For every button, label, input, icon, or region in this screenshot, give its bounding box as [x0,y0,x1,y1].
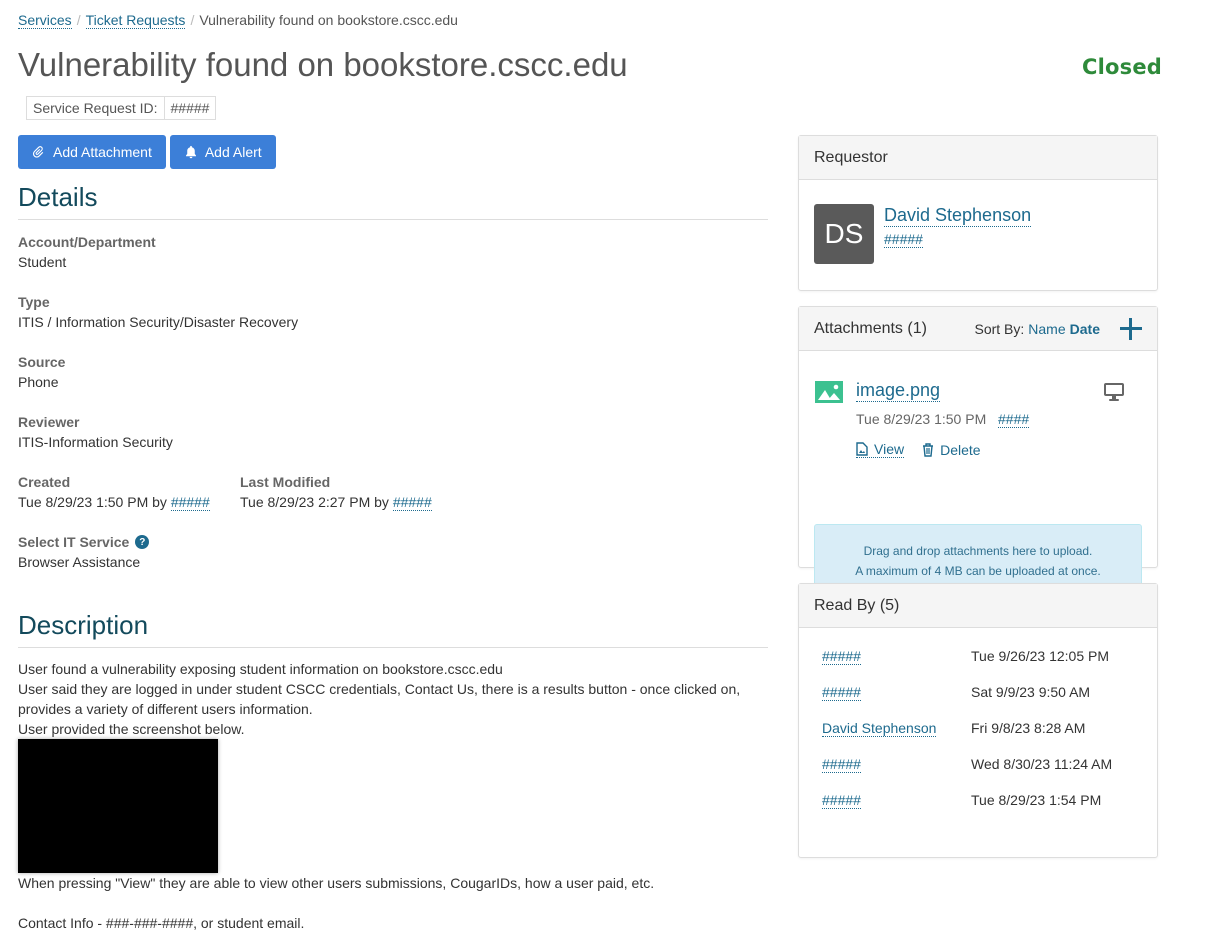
requestor-name-link[interactable]: David Stephenson [884,205,1032,227]
toolbar: Add Attachment Add Alert [18,135,276,169]
requestor-panel: Requestor DS David Stephenson ##### [798,135,1158,291]
dropzone-line: Drag and drop attachments here to upload… [863,544,1093,558]
avatar: DS [814,204,874,264]
field-last-modified: Last Modified Tue 8/29/23 2:27 PM by ###… [240,474,432,511]
view-label: View [874,441,905,457]
view-attachment-button[interactable]: View [856,441,905,458]
delete-label: Delete [940,441,981,458]
attachment-date: Tue 8/29/23 1:50 PM [856,411,987,427]
description-body: User found a vulnerability exposing stud… [18,659,758,933]
field-value: ITIS / Information Security/Disaster Rec… [18,314,299,330]
field-it-service: Select IT Service? Browser Assistance [18,534,150,570]
read-time: Sat 9/9/23 9:50 AM [971,684,1091,700]
field-value: Tue 8/29/23 1:50 PM by ##### [18,494,210,511]
page-title: Vulnerability found on bookstore.cscc.ed… [18,46,628,83]
read-by-heading: Read By (5) [799,584,1157,628]
sort-by-date[interactable]: Date [1070,321,1100,337]
read-by-panel: Read By (5) ##### Tue 9/26/23 12:05 PM ##… [798,583,1158,858]
monitor-icon[interactable] [1103,382,1125,402]
sort-by-label: Sort By: [974,320,1025,337]
field-value: Browser Assistance [18,554,141,570]
status-badge: Closed [1082,55,1163,79]
attachments-heading: Attachments (1) [814,319,927,337]
sort-by: Sort By: Name Date [974,321,1100,337]
field-reviewer: Reviewer ITIS-Information Security [18,414,173,450]
breadcrumb-separator: / [190,12,195,28]
breadcrumb-current: Vulnerability found on bookstore.cscc.ed… [199,12,458,28]
service-request-id-value: ##### [164,96,217,120]
field-value: Tue 8/29/23 2:27 PM by ##### [240,494,432,511]
description-line: User provided the screenshot below. [18,721,245,737]
field-account: Account/Department Student [18,234,156,270]
field-label: Select IT Service [18,534,130,550]
read-time: Wed 8/30/23 11:24 AM [971,756,1113,772]
field-value: ITIS-Information Security [18,434,173,450]
reader-link[interactable]: ##### [822,648,861,665]
add-attachment-button[interactable]: Add Attachment [18,135,166,169]
list-item: ##### Wed 8/30/23 11:24 AM [822,756,1142,792]
breadcrumb-ticket-requests[interactable]: Ticket Requests [85,12,186,29]
trash-icon [923,442,934,457]
add-alert-button[interactable]: Add Alert [169,135,276,169]
field-label: Created [18,474,71,490]
created-by-link[interactable]: ##### [170,494,210,511]
field-source: Source Phone [18,354,65,390]
service-request-id: Service Request ID: ##### [26,96,217,120]
sort-by-name[interactable]: Name [1028,321,1065,337]
image-file-icon [815,381,843,403]
reader-link[interactable]: ##### [822,684,861,701]
field-label: Account/Department [18,234,156,250]
attachment-uploader-link[interactable]: #### [998,411,1030,428]
file-image-icon [856,442,868,456]
reader-link[interactable]: ##### [822,756,861,773]
paperclip-icon [32,146,44,158]
description-line: When pressing "View" they are able to vi… [18,875,655,891]
read-by-list: ##### Tue 9/26/23 12:05 PM ##### Sat 9/9/2… [822,648,1142,828]
field-value: Phone [18,374,59,390]
description-heading: Description [18,610,768,648]
service-request-id-label: Service Request ID: [26,96,165,120]
breadcrumb-separator: / [76,12,81,28]
read-time: Tue 9/26/23 12:05 PM [971,648,1110,664]
add-attachment-label: Add Attachment [53,144,152,160]
list-item: ##### Tue 9/26/23 12:05 PM [822,648,1142,684]
description-line: User said they are logged in under stude… [18,681,741,717]
dropzone-line: A maximum of 4 MB can be uploaded at onc… [855,564,1101,578]
redacted-screenshot-image[interactable] [18,739,218,873]
list-item: ##### Tue 8/29/23 1:54 PM [822,792,1142,828]
breadcrumb: Services / Ticket Requests / Vulnerability f… [18,12,458,29]
reader-link[interactable]: ##### [822,792,861,809]
description-line: Contact Info - ###-###-####, or student … [18,915,305,931]
read-time: Tue 8/29/23 1:54 PM [971,792,1102,808]
requestor-heading: Requestor [799,136,1157,180]
requestor-id-link[interactable]: ##### [884,231,923,248]
field-label: Last Modified [240,474,331,490]
list-item: David Stephenson Fri 9/8/23 8:28 AM [822,720,1142,756]
field-value: Student [18,254,67,270]
breadcrumb-services[interactable]: Services [18,12,72,29]
created-date: Tue 8/29/23 1:50 PM by [18,494,167,510]
reader-link[interactable]: David Stephenson [822,720,937,737]
read-time: Fri 9/8/23 8:28 AM [971,720,1086,736]
field-created: Created Tue 8/29/23 1:50 PM by ##### [18,474,210,511]
bell-icon [185,145,196,159]
attachments-panel: Attachments (1) Sort By: Name Date image… [798,306,1158,596]
delete-attachment-button[interactable]: Delete [922,441,981,458]
field-label: Source [18,354,66,370]
field-label: Type [18,294,50,310]
modified-date: Tue 8/29/23 2:27 PM by [240,494,389,510]
modified-by-link[interactable]: ##### [392,494,432,511]
help-icon[interactable]: ? [135,535,150,549]
add-alert-label: Add Alert [204,144,262,160]
add-attachment-plus-icon[interactable] [1120,317,1142,340]
list-item: ##### Sat 9/9/23 9:50 AM [822,684,1142,720]
attachment-name-link[interactable]: image.png [856,380,941,402]
details-heading: Details [18,182,768,220]
field-label: Reviewer [18,414,80,430]
field-type: Type ITIS / Information Security/Disaste… [18,294,298,330]
description-line: User found a vulnerability exposing stud… [18,661,503,677]
